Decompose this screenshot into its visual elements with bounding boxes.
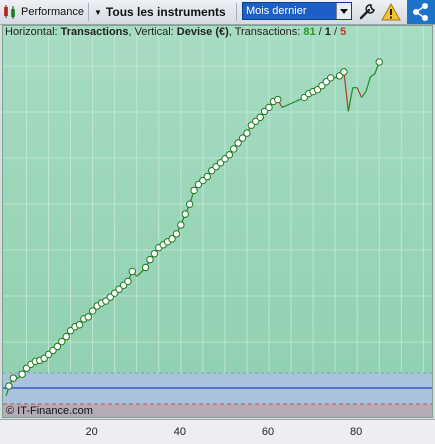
- toolbar-separator: [236, 3, 237, 21]
- equity-high-marker: [9, 374, 18, 382]
- equity-high-marker: [203, 172, 211, 181]
- winning-count: 81: [303, 26, 316, 38]
- period-select[interactable]: Mois dernier: [242, 2, 352, 20]
- instruments-dropdown[interactable]: ▼ Tous les instruments: [94, 2, 226, 22]
- equity-high-marker: [128, 267, 137, 276]
- equity-high-marker: [177, 221, 185, 229]
- equity-high-marker: [124, 277, 132, 286]
- x-tick-label: 40: [173, 426, 186, 438]
- equity-chart[interactable]: [2, 25, 433, 418]
- equity-high-marker: [150, 249, 159, 258]
- equity-high-marker: [243, 129, 251, 137]
- wrench-icon[interactable]: [357, 2, 377, 22]
- toolbar: Performance ▼ Tous les instruments Mois …: [0, 0, 435, 25]
- warning-icon[interactable]: [381, 2, 401, 22]
- x-tick-label: 60: [261, 426, 275, 438]
- copyright-label: © IT-Finance.com: [6, 405, 93, 417]
- toolbar-separator: [88, 3, 89, 21]
- equity-high-marker: [230, 145, 238, 153]
- losing-count: 5: [340, 26, 347, 38]
- chevron-down-icon: ▼: [94, 7, 102, 17]
- transactions-prefix: , Transactions:: [228, 26, 304, 38]
- vertical-value: Devise (€): [176, 26, 229, 38]
- equity-high-marker: [375, 58, 383, 66]
- equity-high-marker: [172, 230, 181, 238]
- period-value: Mois dernier: [246, 5, 307, 17]
- equity-high-marker: [5, 382, 13, 390]
- equity-high-marker: [340, 68, 348, 76]
- candlestick-icon: [4, 5, 15, 19]
- equity-high-marker: [274, 95, 282, 104]
- equity-high-marker: [84, 313, 92, 321]
- performance-button[interactable]: Performance: [2, 2, 84, 22]
- equity-high-marker: [225, 151, 234, 159]
- horizontal-value: Transactions: [60, 26, 129, 38]
- equity-high-marker: [62, 332, 70, 341]
- x-tick-label: 80: [350, 426, 363, 438]
- equity-high-marker: [181, 210, 189, 218]
- equity-high-marker: [327, 74, 335, 82]
- equity-high-marker: [190, 186, 198, 195]
- x-axis: 20 40 60 80: [0, 419, 435, 444]
- instruments-label: Tous les instruments: [105, 5, 226, 19]
- equity-high-marker: [75, 321, 84, 329]
- equity-high-marker: [146, 255, 154, 264]
- chart-info-line: Horizontal: Transactions, Vertical: Devi…: [5, 26, 346, 38]
- share-icon[interactable]: [407, 0, 435, 24]
- equity-plot: [3, 26, 432, 417]
- equity-high-marker: [265, 103, 273, 112]
- horizontal-prefix: Horizontal:: [5, 26, 61, 38]
- equity-high-marker: [256, 113, 264, 122]
- equity-high-marker: [185, 200, 194, 208]
- performance-label: Performance: [21, 6, 84, 18]
- x-tick-label: 20: [85, 426, 98, 438]
- vertical-prefix: , Vertical:: [128, 26, 177, 38]
- chevron-down-icon[interactable]: [336, 3, 351, 19]
- count-separator: /: [315, 26, 325, 38]
- equity-high-marker: [141, 263, 150, 272]
- equity-high-marker: [18, 370, 26, 378]
- count-separator: /: [330, 26, 341, 38]
